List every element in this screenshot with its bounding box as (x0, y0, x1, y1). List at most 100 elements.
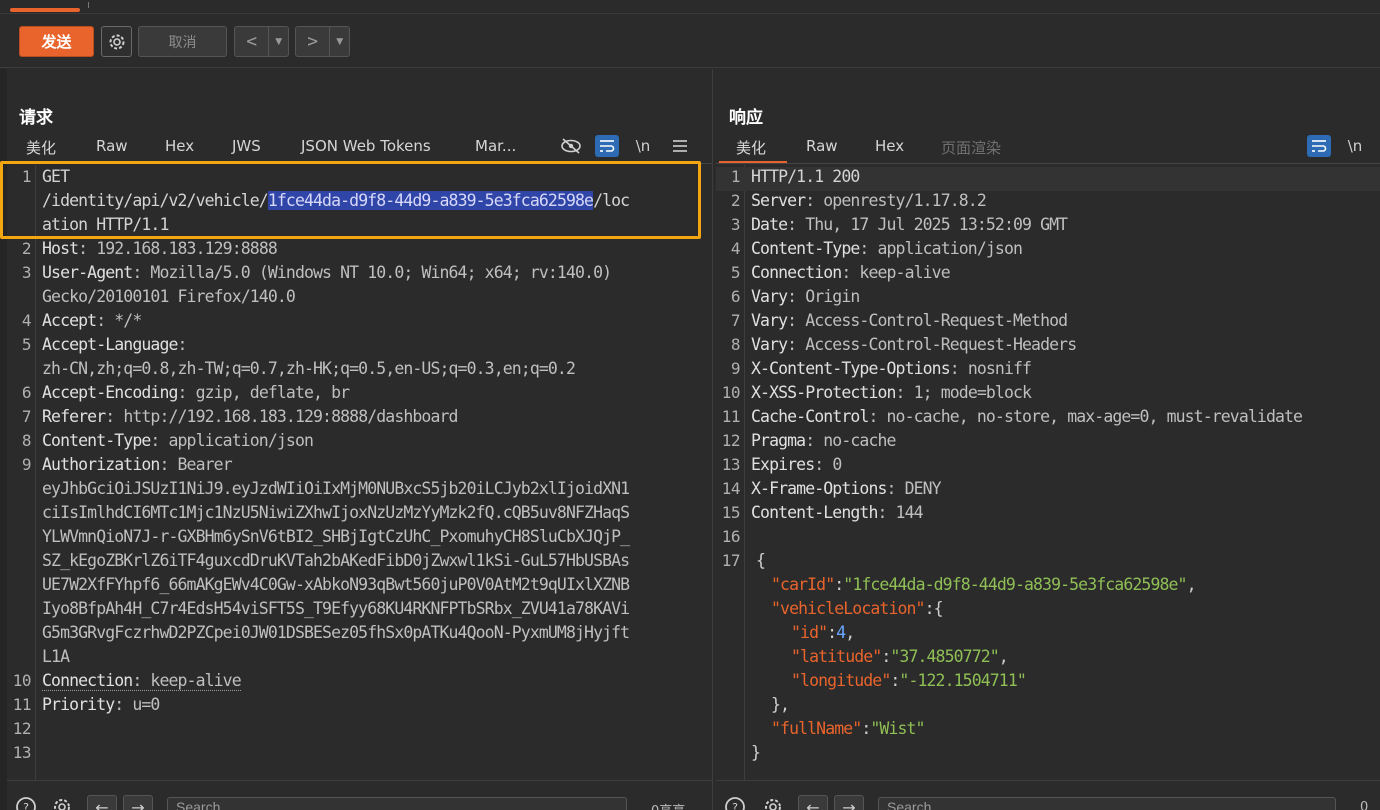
tab-hex[interactable]: Hex (873, 135, 939, 163)
response-line-2: 2 Server: openresty/1.17.8.2 (716, 191, 1380, 215)
response-tabs-divider (716, 163, 1380, 164)
request-toolbar: 发送 取消 < ▼ > ▼ (0, 14, 1380, 68)
header-value: : application/json (150, 431, 314, 450)
header-x-xss-protection: X-XSS-Protection: 1; mode=block (751, 383, 1032, 402)
header-value: : (177, 335, 188, 354)
search-settings-icon[interactable] (758, 795, 788, 810)
request-title: 请求 (19, 108, 53, 128)
cancel-button[interactable]: 取消 (138, 26, 227, 57)
wrap-lines-icon[interactable] (1307, 135, 1331, 157)
back-button[interactable]: < ▼ (234, 26, 289, 57)
response-line-9: 9 X-Content-Type-Options: nosniff (716, 359, 1380, 383)
tab-jws[interactable]: JWS (229, 135, 298, 163)
help-icon[interactable]: ? (11, 795, 41, 810)
send-button[interactable]: 发送 (19, 26, 94, 57)
header-value: : */* (96, 311, 142, 330)
header-key: Accept-Encoding (42, 383, 178, 402)
forward-dropdown-icon[interactable]: ▼ (329, 27, 349, 56)
next-match-icon[interactable]: → (123, 795, 153, 810)
header-accept-language: Accept-Language: (42, 335, 187, 354)
header-key: X-Content-Type-Options (751, 359, 951, 378)
tab-hex[interactable]: Hex (163, 135, 229, 163)
top-tab-strip (0, 0, 1380, 14)
header-content-type: Content-Type: application/json (42, 431, 314, 450)
token-segment: L1A (42, 647, 70, 666)
response-search-input[interactable]: Search (878, 797, 1336, 810)
newline-toggle-icon[interactable]: \n (1342, 133, 1368, 159)
header-referer: Referer: http://192.168.183.129:8888/das… (42, 407, 458, 426)
hide-nonprintable-icon[interactable] (558, 133, 584, 159)
header-key: Accept (42, 311, 97, 330)
json-close-inner: }, (771, 695, 790, 714)
token-line: UE7W2XfFYhpf6_66mAKgEWv4C0Gw-xAbkoN93qBw… (7, 575, 712, 599)
wrap-lines-icon[interactable] (595, 135, 619, 157)
tab-json-web-tokens[interactable]: JSON Web Tokens (298, 135, 475, 163)
selected-vehicle-id[interactable]: 1fce44da-d9f8-44d9-a839-5e3fca62598e (267, 191, 594, 210)
json-string: "37.4850772" (890, 647, 999, 666)
line-number: 8 (21, 431, 32, 450)
header-value: : no-cache, no-store, max-age=0, must-re… (868, 407, 1303, 426)
back-arrow-icon: < (246, 31, 258, 52)
request-line-12: 12 (7, 719, 712, 743)
json-string: "Wist" (870, 719, 925, 738)
previous-match-icon[interactable]: ← (798, 795, 828, 810)
search-placeholder: Search (176, 799, 221, 810)
tab-more[interactable]: Mar... (475, 135, 535, 163)
token-segment: UE7W2XfFYhpf6_66mAKgEWv4C0Gw-xAbkoN93qBw… (42, 575, 630, 594)
response-line-17: 17 { (716, 551, 1380, 575)
header-user-agent: User-Agent: Mozilla/5.0 (Windows NT 10.0… (42, 263, 612, 282)
request-line-7: 7 Referer: http://192.168.183.129:8888/d… (7, 407, 712, 431)
request-line-8: 8 Content-Type: application/json (7, 431, 712, 455)
newline-toggle-icon[interactable]: \n (630, 133, 656, 159)
response-line-6: 6 Vary: Origin (716, 287, 1380, 311)
line-number: 3 (21, 263, 32, 282)
back-dropdown-icon[interactable]: ▼ (268, 27, 288, 56)
forward-button[interactable]: > ▼ (295, 26, 350, 57)
tab-pretty[interactable]: 美化 (719, 135, 787, 163)
header-value: : Origin (787, 287, 860, 306)
tab-raw[interactable]: Raw (77, 135, 163, 163)
response-line-15: 15 Content-Length: 144 (716, 503, 1380, 527)
line-number: 1 (21, 167, 32, 186)
header-value: : http://192.168.183.129:8888/dashboard (105, 407, 458, 426)
request-path-suffix: /loc (593, 191, 630, 210)
header-key: Accept-Language (42, 335, 178, 354)
request-editor[interactable]: 1 GET /identity/api/v2/vehicle/1fce44da-… (7, 165, 712, 780)
request-line-11: 11 Priority: u=0 (7, 695, 712, 719)
tab-pretty[interactable]: 美化 (19, 135, 77, 163)
search-settings-icon[interactable] (47, 795, 77, 810)
previous-match-icon[interactable]: ← (87, 795, 117, 810)
help-icon[interactable]: ? (720, 795, 750, 810)
menu-icon[interactable] (667, 133, 693, 159)
token-line: G5m3GRvgFczrhwD2PZCpei0JW01DSBESez05fhSx… (7, 623, 712, 647)
header-value: : Mozilla/5.0 (Windows NT 10.0; Win64; x… (132, 263, 612, 282)
request-line-1: 1 GET (7, 167, 712, 191)
response-line-5: 5 Connection: keep-alive (716, 263, 1380, 287)
json-line-carid: "carId":"1fce44da-d9f8-44d9-a839-5e3fca6… (716, 575, 1380, 599)
forward-arrow-icon: > (307, 31, 319, 52)
json-line-close-inner: }, (716, 695, 1380, 719)
line-number: 12 (721, 431, 741, 450)
request-line-3-wrap: Gecko/20100101 Firefox/140.0 (7, 287, 712, 311)
line-number: 4 (730, 239, 741, 258)
request-line-10: 10 Connection: keep-alive (7, 671, 712, 695)
header-host: Host: 192.168.183.129:8888 (42, 239, 278, 258)
json-line-longitude: "longitude":"-122.1504711" (716, 671, 1380, 695)
response-editor[interactable]: 1 HTTP/1.1 200 2 Server: openresty/1.17.8… (716, 165, 1380, 780)
request-line-1-wrap2: ation HTTP/1.1 (7, 215, 712, 239)
request-search-input[interactable]: Search (167, 797, 627, 810)
next-match-icon[interactable]: → (834, 795, 864, 810)
json-line-id: "id":4, (716, 623, 1380, 647)
header-key: User-Agent (42, 263, 133, 282)
line-number: 10 (721, 383, 741, 402)
json-latitude: "latitude":"37.4850772", (791, 647, 1009, 666)
response-match-count: 0 (1360, 800, 1369, 810)
header-key: Cache-Control (751, 407, 869, 426)
settings-button[interactable] (101, 26, 132, 57)
json-id: "id":4, (791, 623, 855, 642)
tab-raw[interactable]: Raw (787, 135, 873, 163)
active-tab-indicator[interactable] (10, 8, 80, 12)
header-key: Content-Type (751, 239, 860, 258)
header-date: Date: Thu, 17 Jul 2025 13:52:09 GMT (751, 215, 1068, 234)
json-string: "-122.1504711" (899, 671, 1026, 690)
